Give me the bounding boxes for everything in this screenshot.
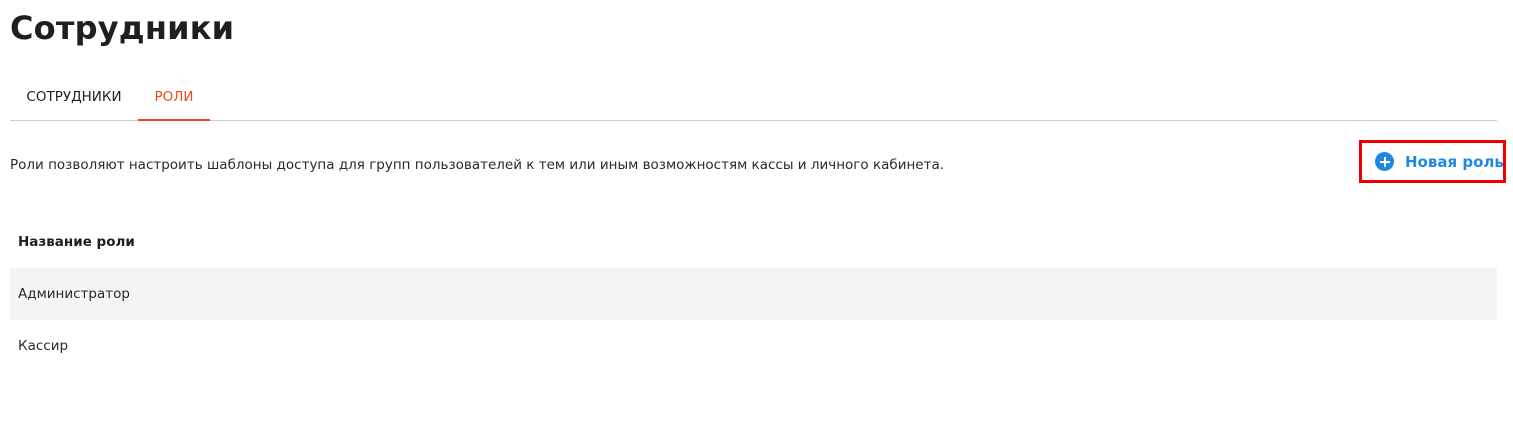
- tab-employees[interactable]: СОТРУДНИКИ: [10, 76, 138, 120]
- role-name: Кассир: [18, 338, 69, 354]
- plus-circle-icon: [1375, 152, 1394, 171]
- table-row[interactable]: Администратор: [10, 268, 1497, 320]
- tab-bar: СОТРУДНИКИ РОЛИ: [10, 76, 1497, 121]
- column-header-role-name: Название роли: [18, 234, 135, 250]
- roles-description: Роли позволяют настроить шаблоны доступа…: [10, 157, 945, 173]
- role-name: Администратор: [18, 286, 130, 302]
- page-title: Сотрудники: [10, 9, 235, 47]
- table-row[interactable]: Кассир: [10, 320, 1497, 372]
- tab-roles[interactable]: РОЛИ: [138, 76, 210, 121]
- new-role-button[interactable]: Новая роль: [1359, 140, 1506, 183]
- new-role-label: Новая роль: [1405, 152, 1504, 171]
- roles-table: Название роли Администратор Кассир: [10, 216, 1497, 372]
